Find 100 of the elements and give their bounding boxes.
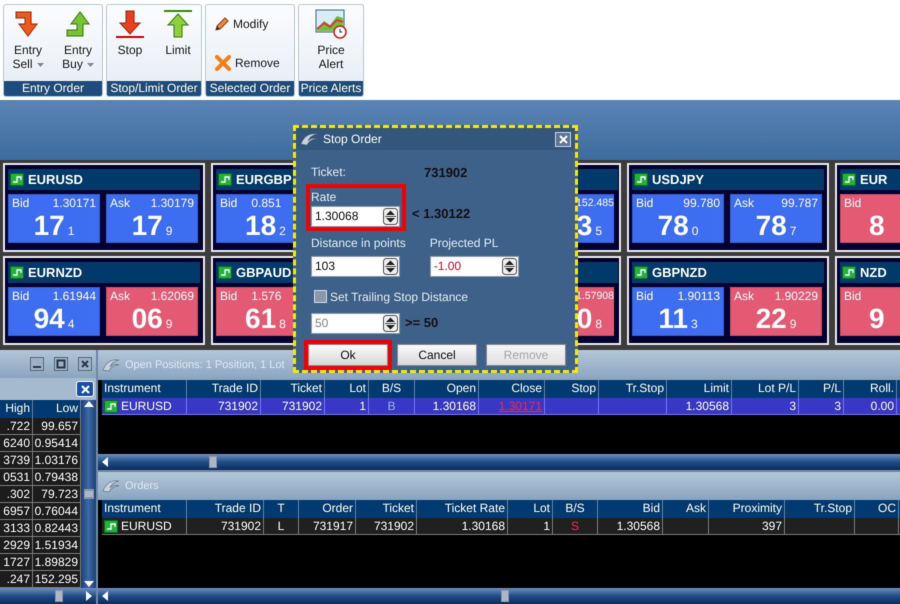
fractional-pip: 0 [692,224,698,238]
table-cell: 731902 [282,398,322,414]
scroll-thumb[interactable] [501,590,509,602]
spin-buttons[interactable] [383,314,398,332]
up-arrow-icon[interactable] [84,400,94,408]
table-cell: 1.30568 [686,398,729,414]
table-cell: 3133 [0,520,33,536]
price-side-label: Ask [734,289,754,304]
cross-icon [214,54,232,72]
symbol-label: GBPNZD [652,264,707,282]
price-box[interactable]: Ask 1.62069 06 9 [106,287,198,336]
price-side-label: Ask [110,196,130,211]
table-cell: EURUSD [121,518,172,534]
vertical-scrollbar[interactable] [81,400,96,588]
price-value: 99.780 [683,196,720,211]
table-cell: 6240 [0,435,33,451]
horizontal-scrollbar[interactable] [0,588,96,604]
ribbon-button[interactable]: Price Alert [309,9,353,81]
price-value: 99.787 [781,196,818,211]
price-value: 1.62069 [150,289,194,304]
table-cell: 1 [543,518,550,534]
table-cell: 1.30168 [462,518,505,534]
instrument-icon [104,400,118,412]
price-value: 0.851 [251,196,282,211]
table-row[interactable]: EURUSD 731902 731902 1 B 1.30168 1.30171 1.30568 3 3 0.00 [102,398,900,415]
price-value: 1.90229 [774,289,818,304]
table-row[interactable]: EURUSD 731902 L 731917 731902 1.30168 1 S 1.30568 397 [102,518,900,535]
caret-icon [36,62,44,67]
dialog-button[interactable]: Ok [308,344,388,366]
table-cell: 731917 [312,518,353,534]
close-icon[interactable] [78,357,92,371]
table-cell: L [278,518,284,534]
price-box[interactable]: Ask 99.787 78 7 [730,194,822,243]
table-cell: 731902 [218,398,258,414]
minimize-icon[interactable] [30,357,44,371]
horizontal-scrollbar[interactable] [98,588,900,604]
table-cell: 6957 [0,503,33,519]
ribbon-button[interactable]: Limit [157,9,199,81]
instrument-icon [10,173,24,186]
spin-buttons[interactable] [383,258,398,274]
price-box[interactable]: Bid 1.61944 94 4 [8,287,100,336]
table-cell: 1 [359,398,366,414]
fractional-pip: 4 [68,317,74,331]
symbol-label: USDJPY [652,170,704,189]
instrument-icon [218,173,232,186]
ribbon-button[interactable]: Modify [214,14,268,32]
scroll-thumb[interactable] [84,489,94,499]
right-arrow-icon[interactable] [85,591,93,601]
field-label: Projected PL [430,234,500,252]
pip-digits: 94 [34,303,65,334]
price-box[interactable]: Bid 1.30171 17 1 [8,194,100,243]
symbol-label: NZD [860,264,887,282]
price-box[interactable]: Bid 1.90113 11 3 [632,287,724,336]
caret-icon [86,62,94,67]
fractional-pip: 2 [279,224,286,238]
ribbon-button[interactable]: Entry Sell [6,9,50,81]
group-label: Entry Order [4,81,102,96]
spin-buttons[interactable] [383,208,398,224]
price-box[interactable]: Ask 1.90229 22 9 [730,287,822,336]
price-box[interactable]: Bid 8 [840,194,900,243]
price-box[interactable]: Ask 1.30179 17 9 [106,194,198,243]
ribbon-button[interactable]: Remove [214,54,280,72]
price-box[interactable]: Bid 99.780 78 0 [632,194,724,243]
left-arrow-icon[interactable] [101,457,109,467]
pip-digits: 11 [658,303,688,334]
instrument-icon [10,266,24,279]
price-value: 1.576 [251,289,282,304]
table-cell: .247 [0,571,33,587]
pip-digits: 78 [658,210,689,241]
price-value: 1.90113 [678,289,720,304]
panel-title: Open Positions: 1 Position, 1 Lot [125,358,285,373]
table-cell: B [387,398,396,414]
instrument-icon [842,266,856,279]
up-arrow-with-line-icon [163,9,193,39]
maximize-icon[interactable] [54,357,68,371]
scroll-thumb[interactable] [209,456,217,468]
price-side-label: Bid [12,289,30,304]
close-button[interactable] [555,132,571,146]
table-cell: 731902 [220,518,261,534]
dialog-button[interactable]: Cancel [397,344,477,366]
fractional-pip: 8 [279,317,286,331]
table-cell: 3 [834,398,841,414]
dialog-title: Stop Order [323,131,382,148]
ribbon-button[interactable]: Stop [109,9,151,81]
spin-buttons[interactable] [502,258,517,274]
pencil-icon [214,16,230,32]
price-value: 1.57908 [576,289,614,304]
instrument-icon [842,173,856,186]
down-arrow-icon[interactable] [84,580,94,588]
price-box[interactable]: Bid 9 [840,287,900,336]
scroll-thumb[interactable] [55,590,63,602]
pip-digits: 17 [34,210,65,241]
app-logo-icon [102,479,120,493]
horizontal-scrollbar[interactable] [98,454,900,470]
instrument-icon [104,520,118,532]
minimum-value: >= 50 [405,314,438,332]
fractional-pip: 9 [166,317,172,331]
price-side-label: Bid [636,196,654,211]
ribbon-button[interactable]: Entry Buy [56,9,100,81]
left-arrow-icon[interactable] [101,591,109,601]
